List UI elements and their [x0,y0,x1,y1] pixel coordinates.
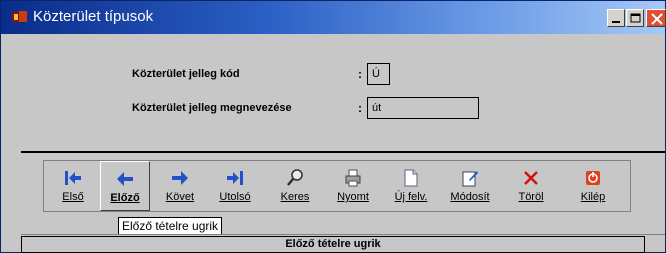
prev-arrow-icon [117,172,133,186]
close-icon [651,13,663,25]
tooltip: Előző tételre ugrik [118,217,223,235]
new-record-button[interactable]: Új felv. [384,161,438,211]
printer-icon [345,169,361,187]
next-arrow-icon [172,171,188,185]
title-bar[interactable]: Közterület típusok [1,1,666,34]
separator [21,151,665,153]
maximize-button[interactable] [626,9,644,27]
code-colon: : [358,67,362,81]
code-label: Közterület jelleg kód [132,68,240,80]
delete-button[interactable]: Töröl [506,161,556,211]
close-button[interactable] [646,9,666,27]
first-arrow-icon [65,171,81,185]
app-window: Közterület típusok Közterület jelleg kód… [0,0,666,253]
next-button[interactable]: Követ [155,161,205,211]
exit-icon [586,171,600,185]
name-label: Közterület jelleg megnevezése [132,102,292,114]
modify-button[interactable]: Módosít [442,161,498,211]
minimize-icon [612,21,620,23]
prev-button[interactable]: Előző [100,161,150,211]
name-colon: : [358,101,362,115]
status-bar: Előző tételre ugrik [21,234,665,253]
delete-x-icon [524,171,538,185]
last-arrow-icon [227,171,243,185]
search-button[interactable]: Keres [270,161,320,211]
toolbar: Első Előző Követ Utolsó Keres Nyomt Új f… [43,160,631,212]
minimize-button[interactable] [607,9,625,27]
app-icon [12,11,27,22]
code-field[interactable]: Ú [367,63,390,85]
new-document-icon [404,169,418,187]
exit-button[interactable]: Kilép [568,161,618,211]
edit-icon [462,171,478,187]
name-field[interactable]: út [367,97,479,119]
first-button[interactable]: Első [48,161,98,211]
last-button[interactable]: Utolsó [210,161,260,211]
window-title: Közterület típusok [33,8,154,25]
maximize-icon [630,13,641,23]
print-button[interactable]: Nyomt [328,161,378,211]
status-text: Előző tételre ugrik [21,236,645,253]
magnifier-icon [287,169,303,186]
